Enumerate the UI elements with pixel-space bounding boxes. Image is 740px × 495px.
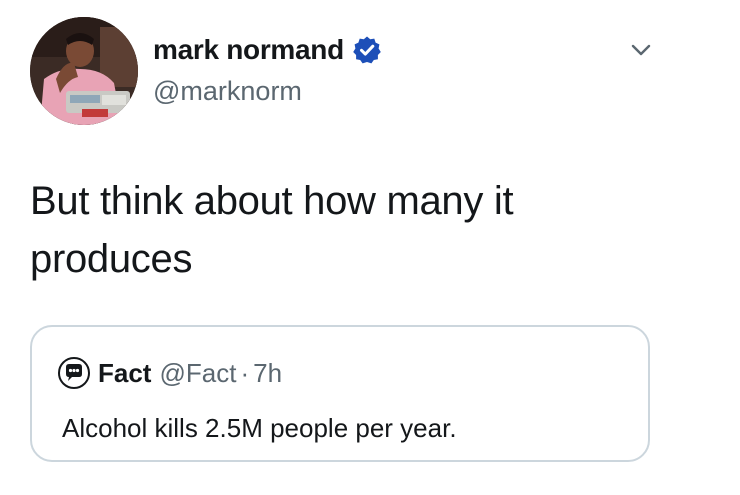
quoted-display-name[interactable]: Fact (98, 358, 151, 389)
quoted-meta: @Fact · 7h (159, 358, 282, 389)
profile-photo (30, 17, 138, 125)
tweet-text: But think about how many it produces (30, 179, 514, 281)
author-display-name[interactable]: mark normand (153, 34, 344, 66)
tweet-card: mark normand @marknorm But think about h… (0, 0, 740, 495)
avatar[interactable] (30, 17, 138, 125)
quoted-handle[interactable]: @Fact (159, 358, 236, 389)
quoted-tweet-text: Alcohol kills 2.5M people per year. (62, 413, 457, 443)
author-name-row: mark normand (153, 34, 382, 66)
author-handle[interactable]: @marknorm (153, 76, 302, 107)
quoted-timestamp[interactable]: 7h (253, 358, 282, 389)
meta-separator: · (240, 357, 250, 388)
quoted-tweet-header: Fact @Fact · 7h (58, 357, 282, 389)
chevron-down-icon[interactable] (628, 40, 654, 60)
quoted-tweet[interactable]: Fact @Fact · 7h Alcohol kills 2.5M peopl… (30, 325, 650, 462)
verified-badge-icon (352, 35, 382, 65)
speech-bubble-icon (58, 357, 90, 389)
